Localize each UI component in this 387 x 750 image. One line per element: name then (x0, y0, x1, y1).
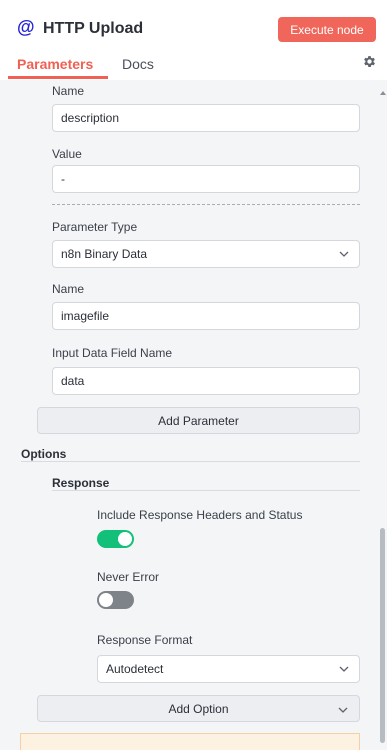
parameter-type-select[interactable]: n8n Binary Data (52, 240, 360, 268)
add-parameter-button[interactable]: Add Parameter (37, 407, 360, 434)
include-headers-toggle[interactable] (97, 530, 134, 548)
input-data-field-input[interactable]: data (52, 367, 360, 395)
parameter-type-label: Parameter Type (52, 220, 138, 234)
tab-parameters[interactable]: Parameters (17, 56, 93, 72)
input-data-field-label: Input Data Field Name (52, 346, 173, 360)
scrollbar-thumb[interactable] (380, 528, 385, 743)
tab-bar: Parameters Docs (0, 48, 387, 80)
tab-docs[interactable]: Docs (122, 56, 154, 72)
add-option-button[interactable]: Add Option (37, 695, 360, 722)
node-title[interactable]: HTTP Upload (43, 20, 143, 38)
toggle-knob (99, 593, 113, 607)
toggle-knob (118, 532, 132, 546)
warning-notice (20, 733, 360, 750)
name-input-2[interactable]: imagefile (52, 302, 360, 330)
parameter-divider (52, 204, 360, 205)
gear-icon[interactable] (362, 54, 377, 69)
name-label: Name (52, 84, 85, 98)
options-divider (21, 461, 360, 462)
response-title: Response (52, 476, 110, 490)
response-format-label: Response Format (97, 633, 193, 647)
response-divider (52, 490, 360, 491)
parameter-type-value: n8n Binary Data (61, 247, 148, 261)
active-tab-indicator (8, 76, 108, 79)
execute-node-button[interactable]: Execute node (278, 17, 376, 42)
at-sign-icon: @ (17, 17, 35, 37)
response-format-value: Autodetect (106, 662, 164, 676)
value-input[interactable]: - (52, 165, 360, 193)
response-format-select[interactable]: Autodetect (97, 655, 360, 683)
chevron-down-icon (339, 666, 349, 672)
value-label: Value (52, 147, 82, 161)
chevron-down-icon (338, 707, 348, 713)
add-option-label: Add Option (168, 701, 229, 716)
name-label-2: Name (52, 282, 85, 296)
chevron-down-icon (339, 251, 349, 257)
node-header: @ HTTP Upload Execute node Parameters Do… (0, 0, 387, 80)
options-title: Options (21, 447, 67, 461)
never-error-label: Never Error (97, 570, 160, 584)
name-input[interactable]: description (52, 104, 360, 132)
never-error-toggle[interactable] (97, 591, 134, 609)
include-headers-label: Include Response Headers and Status (97, 508, 303, 522)
